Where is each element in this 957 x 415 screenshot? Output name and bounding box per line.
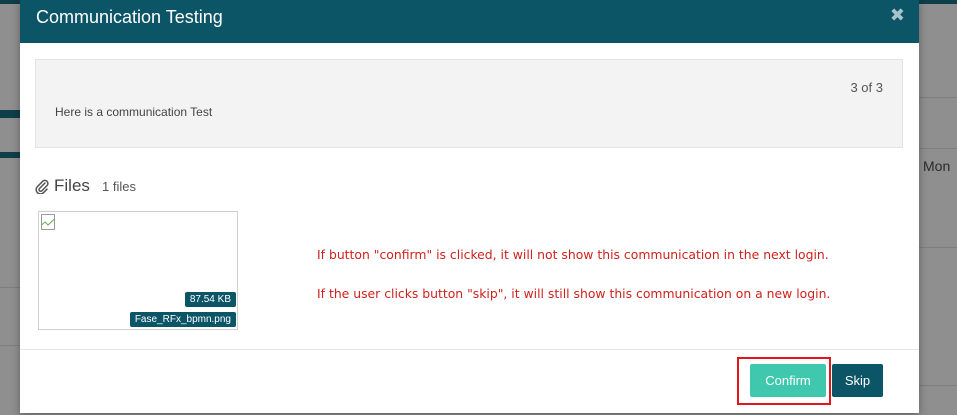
communication-modal: Communication Testing ✖ 3 of 3 Here is a… [20, 0, 919, 413]
modal-header: Communication Testing ✖ [20, 0, 919, 43]
background-divider [919, 247, 957, 248]
broken-image-icon [41, 214, 55, 230]
skip-button[interactable]: Skip [832, 364, 883, 397]
files-title: Files [54, 176, 90, 195]
file-attachment[interactable]: 87.54 KB Fase_RFx_bpmn.png [38, 211, 238, 330]
file-size-badge: 87.54 KB [184, 292, 236, 307]
paperclip-icon [35, 179, 49, 194]
background-accent-bar [0, 110, 20, 118]
message-counter: 3 of 3 [850, 80, 883, 95]
close-icon[interactable]: ✖ [890, 5, 905, 26]
message-text: Here is a communication Test [55, 105, 213, 119]
background-accent-bar [0, 152, 20, 158]
files-count: 1 files [102, 179, 136, 194]
background-column-header: Mon [923, 158, 951, 174]
file-name-badge: Fase_RFx_bpmn.png [129, 312, 236, 327]
confirm-button[interactable]: Confirm [750, 364, 826, 397]
footer-divider [20, 349, 919, 350]
message-box: 3 of 3 Here is a communication Test [35, 59, 903, 148]
background-divider [0, 345, 20, 346]
annotation-skip: If the user clicks button "skip", it wil… [317, 286, 831, 301]
background-divider [919, 148, 957, 149]
annotation-confirm: If button "confirm" is clicked, it will … [317, 247, 829, 262]
background-divider [0, 287, 20, 288]
background-divider [919, 385, 957, 386]
modal-title: Communication Testing [36, 7, 223, 27]
background-divider [919, 97, 957, 98]
